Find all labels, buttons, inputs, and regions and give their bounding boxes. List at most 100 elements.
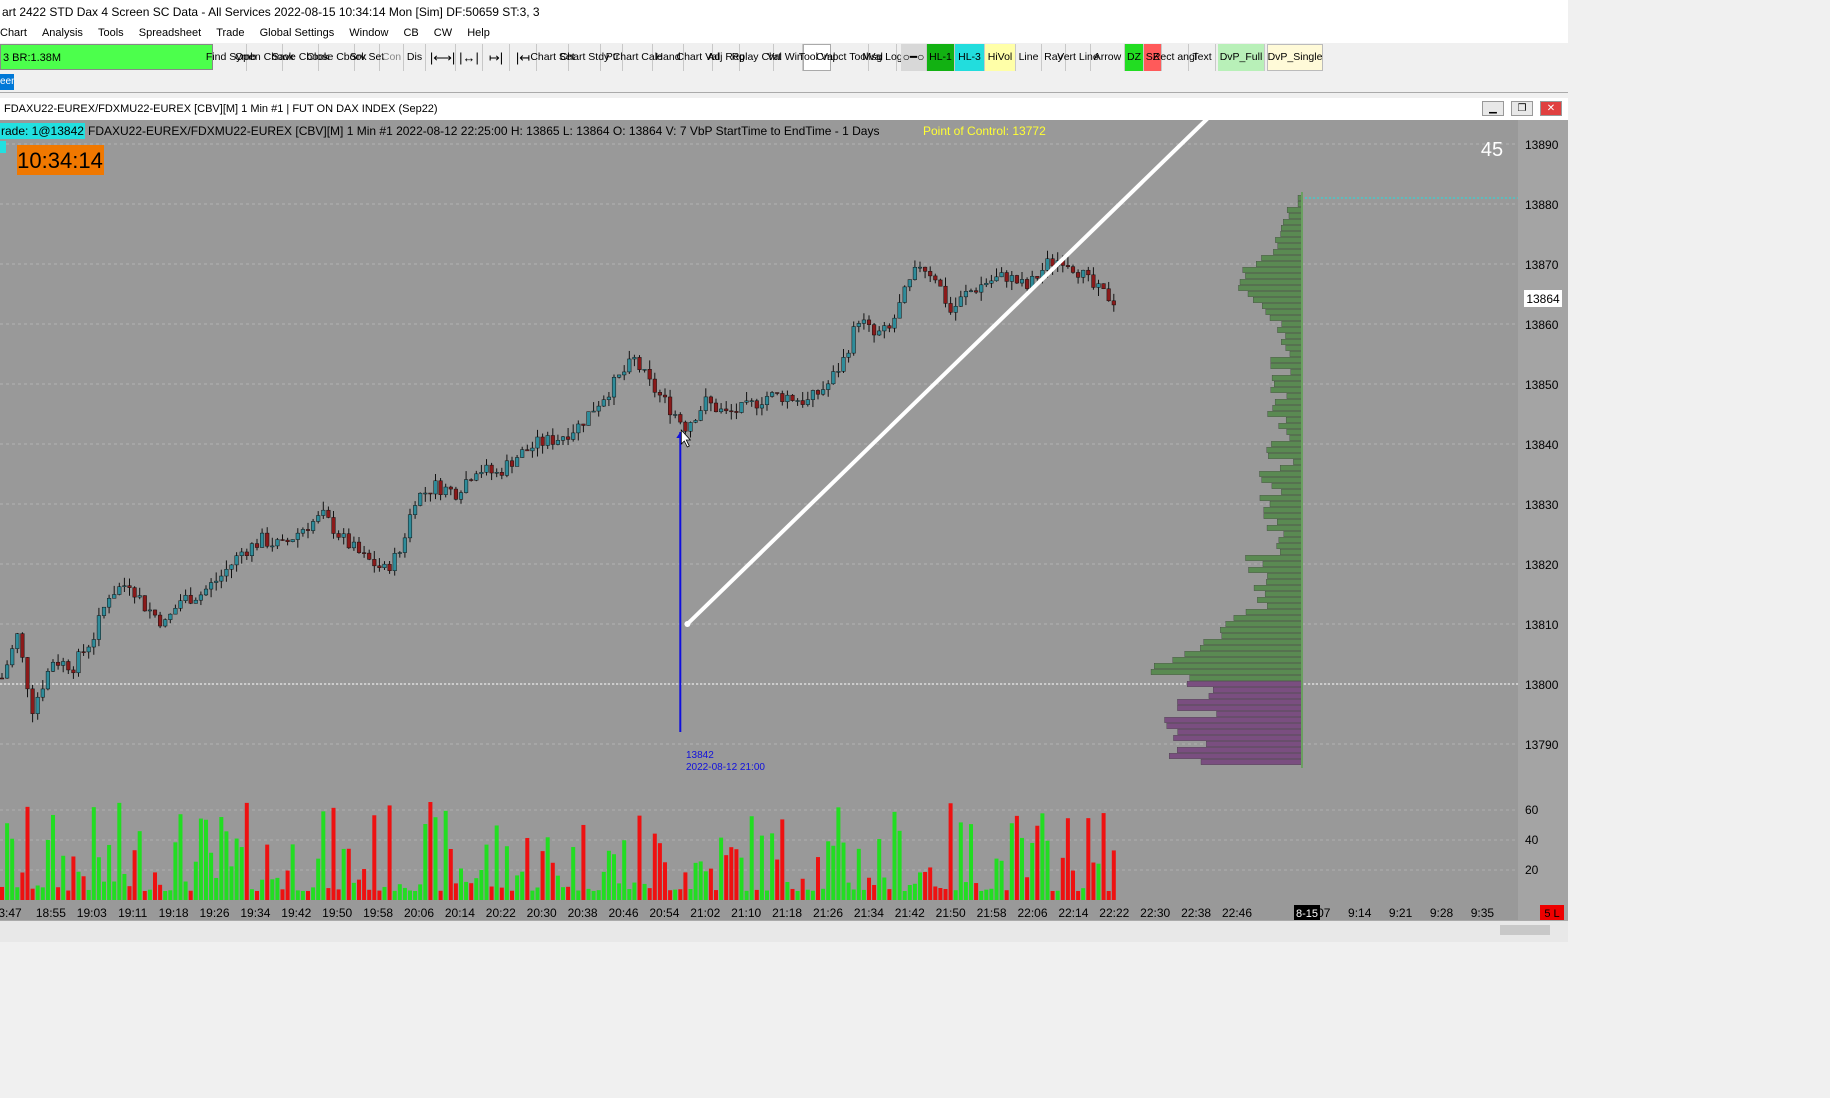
price-tick-label: 13850 — [1525, 378, 1559, 392]
candle-body — [66, 661, 71, 671]
volume-bar — [56, 887, 61, 900]
volume-bar — [214, 877, 219, 900]
zoom-out-icon[interactable]: |⟷| — [430, 44, 456, 71]
volume-bar — [984, 889, 989, 900]
menu-analysis[interactable]: Analysis — [36, 24, 89, 43]
candle-body — [316, 515, 321, 522]
profile-bar-upper — [1257, 597, 1303, 603]
time-tick-label: 20:30 — [527, 906, 557, 920]
price-chart[interactable]: 13890 13880 13870 13860 13850 13840 13830 13820… — [0, 120, 1568, 920]
volume-bar — [1050, 890, 1055, 900]
volume-bar — [81, 876, 86, 900]
volume-bar — [566, 886, 571, 900]
menu-spreadsheet[interactable]: Spreadsheet — [133, 24, 207, 43]
candle-body — [489, 464, 494, 474]
hl1-tool-button[interactable]: HL-1 — [927, 44, 955, 71]
volume-tick-label: 20 — [1525, 863, 1539, 877]
candle-body — [173, 608, 178, 615]
volume-bar — [790, 888, 795, 900]
demand-zone-button[interactable]: DZ — [1125, 44, 1144, 71]
candle-body — [943, 285, 948, 304]
text-tool-button[interactable]: Text — [1189, 44, 1216, 71]
candle-body — [509, 460, 515, 467]
candle-body — [1009, 275, 1014, 282]
profile-bar-upper — [1184, 651, 1303, 657]
candle-body — [912, 266, 917, 280]
volume-bar — [163, 891, 168, 900]
volume-bar — [892, 811, 897, 900]
vertical-line-tool-button[interactable]: Vert Line — [1057, 44, 1099, 71]
server-settings-button[interactable]: Srv Set — [350, 44, 384, 71]
volume-bar — [974, 883, 979, 900]
candle-body — [239, 551, 244, 556]
volume-bar — [525, 837, 530, 900]
candle-body — [397, 552, 402, 554]
point-of-control-label: Point of Control: 13772 — [923, 124, 1046, 138]
candle-body — [321, 509, 326, 516]
candle-body — [617, 374, 622, 378]
scroll-left-icon[interactable]: ↦| — [483, 44, 510, 71]
menu-chart[interactable]: Chart — [0, 24, 33, 43]
volume-bar — [336, 889, 341, 900]
chartbook-tab[interactable]: een — [0, 74, 14, 90]
dvp-single-button[interactable]: DvP_Single — [1267, 44, 1323, 71]
line-connector-icon[interactable]: ○━○ — [901, 44, 927, 71]
rectangle-tool-button[interactable]: Rect angl — [1153, 44, 1197, 71]
close-icon[interactable]: ✕ — [1540, 101, 1562, 116]
candle-body — [305, 529, 311, 531]
candle-body — [356, 541, 362, 553]
chart-calc-button[interactable]: Chart Calc — [613, 44, 662, 71]
menu-window[interactable]: Window — [343, 24, 394, 43]
connect-button[interactable]: Con — [380, 44, 404, 71]
volume-bar — [346, 848, 351, 900]
candle-body — [443, 486, 448, 495]
volume-bar — [576, 890, 581, 900]
chart-studies-button[interactable]: Chart Stdy — [560, 44, 609, 71]
arrow-tool-button[interactable]: Arrow — [1091, 44, 1125, 71]
candle-body — [234, 555, 239, 566]
zoom-in-icon[interactable]: |↔| — [456, 44, 483, 71]
menu-global-settings[interactable]: Global Settings — [254, 24, 341, 43]
profile-bar-upper — [1281, 339, 1303, 345]
volume-bar — [112, 881, 117, 900]
candle-body — [1025, 279, 1030, 289]
price-tick-label: 13890 — [1525, 138, 1559, 152]
minimize-icon[interactable]: ▁ — [1482, 101, 1504, 116]
symbol-field[interactable]: 3 BR:1.38M — [0, 44, 213, 70]
disconnect-button[interactable]: Dis — [404, 44, 426, 71]
candle-body — [902, 286, 907, 303]
menu-cw[interactable]: CW — [428, 24, 458, 43]
candle-body — [1019, 279, 1025, 284]
candle-body — [244, 551, 249, 556]
candle-body — [642, 369, 647, 371]
message-log-button[interactable]: Msg Log — [862, 44, 903, 71]
profile-bar-upper — [1281, 489, 1303, 495]
price-tick-label: 13870 — [1525, 258, 1559, 272]
profile-bar-lower — [1186, 681, 1303, 687]
chart-window: FDAXU22-EUREX/FDXMU22-EUREX [CBV][M] 1 M… — [0, 98, 1568, 920]
maximize-icon[interactable]: ❐ — [1511, 101, 1533, 116]
menu-cb[interactable]: CB — [397, 24, 424, 43]
volume-bar — [504, 846, 509, 900]
hl3-tool-button[interactable]: HL-3 — [955, 44, 985, 71]
menu-help[interactable]: Help — [461, 24, 496, 43]
volume-bar — [275, 877, 280, 900]
menu-tools[interactable]: Tools — [92, 24, 130, 43]
volume-bar — [510, 890, 514, 900]
volume-bar — [178, 814, 183, 900]
menu-trade[interactable]: Trade — [210, 24, 250, 43]
volume-bar — [622, 840, 627, 900]
volume-bar — [234, 838, 239, 900]
hivol-tool-button[interactable]: HiVol — [985, 44, 1016, 71]
candle-body — [591, 410, 596, 413]
volume-bar — [10, 838, 15, 900]
dvp-full-button[interactable]: DvP_Full — [1218, 44, 1265, 71]
candle-body — [484, 464, 489, 473]
profile-bar-upper — [1172, 657, 1303, 663]
horizontal-scrollbar[interactable] — [0, 920, 1568, 942]
profile-bar-upper — [1239, 279, 1303, 285]
line-tool-button[interactable]: Line — [1016, 44, 1042, 71]
candle-body — [433, 480, 438, 495]
scrollbar-thumb[interactable] — [1500, 925, 1550, 935]
candle-body — [938, 279, 943, 287]
